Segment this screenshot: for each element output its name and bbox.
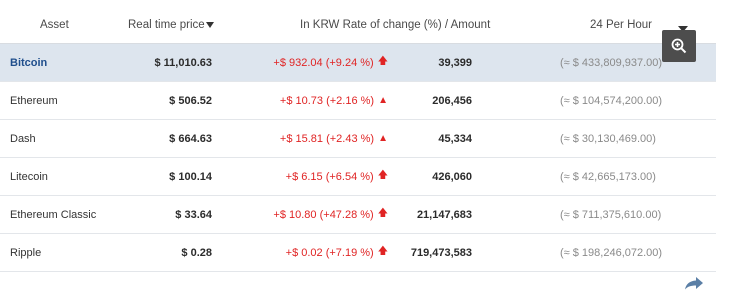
table-row[interactable]: Dash $ 664.63 +$ 15.81 (+2.43 %) ▲ 45,334… [0, 120, 716, 158]
hour-value: (≈ $ 711,375,610.00) [560, 208, 662, 221]
change-value: +$ 10.73 (+2.16 %) ▲ [225, 82, 388, 119]
up-arrow-icon: ▲ [378, 95, 388, 106]
change-value: +$ 10.80 (+47.28 %) 🡅 [225, 196, 388, 233]
hour-value: (≈ $ 30,130,469.00) [560, 132, 656, 145]
share-icon[interactable] [684, 276, 704, 290]
change-value: +$ 6.15 (+6.54 %) 🡅 [225, 158, 388, 195]
price-value: $ 100.14 [169, 170, 212, 183]
amount-value: 426,060 [432, 170, 472, 183]
header-price[interactable]: Real time price [128, 6, 214, 43]
asset-name[interactable]: Bitcoin [10, 44, 47, 81]
price-value: $ 0.28 [181, 246, 212, 259]
hour-value: (≈ $ 42,665,173.00) [560, 170, 656, 183]
hour-value: (≈ $ 433,809,937.00) [560, 56, 663, 69]
amount-value: 39,399 [438, 56, 472, 69]
change-value: +$ 932.04 (+9.24 %) 🡅 [225, 44, 388, 81]
change-value: +$ 15.81 (+2.43 %) ▲ [225, 120, 388, 157]
asset-name[interactable]: Dash [10, 120, 36, 157]
table-row[interactable]: Ripple $ 0.28 +$ 0.02 (+7.19 %) 🡅 719,473… [0, 234, 716, 272]
table-header: Asset Real time price In KRW Rate of cha… [0, 6, 716, 44]
zoom-in-icon [671, 38, 687, 54]
change-text: +$ 0.02 (+7.19 %) [285, 246, 374, 259]
table-row[interactable]: Bitcoin $ 11,010.63 +$ 932.04 (+9.24 %) 🡅… [0, 44, 716, 82]
hour-value: (≈ $ 198,246,072.00) [560, 246, 663, 259]
up-arrow-icon: 🡅 [377, 246, 388, 257]
up-arrow-icon: ▲ [378, 133, 388, 144]
price-value: $ 11,010.63 [154, 56, 212, 69]
change-text: +$ 10.80 (+47.28 %) [273, 208, 374, 221]
amount-value: 21,147,683 [416, 208, 472, 221]
table-row[interactable]: Litecoin $ 100.14 +$ 6.15 (+6.54 %) 🡅 426… [0, 158, 716, 196]
header-hour[interactable]: 24 Per Hour [590, 6, 652, 43]
asset-name[interactable]: Ripple [10, 234, 41, 271]
amount-value: 45,334 [438, 132, 472, 145]
up-arrow-icon: 🡅 [377, 208, 388, 219]
change-value: +$ 0.02 (+7.19 %) 🡅 [225, 234, 388, 271]
table-row[interactable]: Ethereum Classic $ 33.64 +$ 10.80 (+47.2… [0, 196, 716, 234]
sort-down-icon[interactable] [205, 21, 214, 28]
zoom-button[interactable] [662, 30, 696, 62]
up-arrow-icon: 🡅 [377, 170, 388, 181]
amount-value: 719,473,583 [410, 246, 472, 259]
change-text: +$ 932.04 (+9.24 %) [273, 56, 374, 69]
header-price-label: Real time price [128, 18, 205, 31]
change-text: +$ 15.81 (+2.43 %) [279, 132, 375, 145]
hour-value: (≈ $ 104,574,200.00) [560, 94, 663, 107]
price-value: $ 506.52 [169, 94, 212, 107]
amount-value: 206,456 [432, 94, 472, 107]
up-arrow-icon: 🡅 [377, 56, 388, 67]
asset-name[interactable]: Ethereum [10, 82, 58, 119]
change-text: +$ 6.15 (+6.54 %) [285, 170, 374, 183]
price-table: Asset Real time price In KRW Rate of cha… [0, 6, 716, 272]
header-asset: Asset [40, 18, 69, 31]
change-text: +$ 10.73 (+2.16 %) [279, 94, 375, 107]
asset-name[interactable]: Litecoin [10, 158, 48, 195]
price-value: $ 664.63 [169, 132, 212, 145]
table-row[interactable]: Ethereum $ 506.52 +$ 10.73 (+2.16 %) ▲ 20… [0, 82, 716, 120]
price-value: $ 33.64 [175, 208, 212, 221]
header-change: In KRW Rate of change (%) / Amount [300, 18, 491, 31]
asset-name[interactable]: Ethereum Classic [10, 196, 96, 233]
